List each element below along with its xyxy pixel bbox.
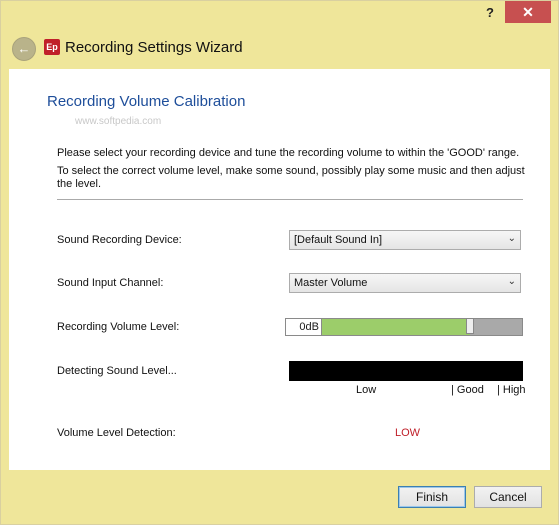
wizard-window: ? ✕ ← Ep Recording Settings Wizard Recor… — [0, 0, 559, 525]
arrow-left-icon: ← — [17, 41, 31, 56]
app-logo-icon: Ep — [44, 39, 60, 55]
chevron-down-icon: ⌄ — [507, 276, 516, 287]
chevron-down-icon: ⌄ — [507, 233, 516, 244]
close-button[interactable]: ✕ — [505, 1, 551, 23]
page-title: Recording Volume Calibration — [47, 93, 246, 110]
back-button[interactable]: ← — [12, 37, 36, 61]
instruction-text-1: Please select your recording device and … — [57, 147, 520, 159]
cancel-button[interactable]: Cancel — [474, 486, 542, 508]
volume-value-display: 0dB — [286, 319, 322, 335]
wizard-content: Recording Volume Calibration www.softped… — [9, 69, 550, 470]
volume-label: Recording Volume Level: — [57, 321, 180, 333]
channel-select-value: Master Volume — [294, 277, 368, 289]
wizard-header: ← Ep Recording Settings Wizard — [1, 31, 558, 69]
finish-button[interactable]: Finish — [398, 486, 466, 508]
scale-low-label: Low — [356, 384, 377, 396]
scale-high-label: | High — [497, 384, 526, 396]
help-button[interactable]: ? — [477, 3, 503, 23]
volume-slider-thumb[interactable] — [466, 318, 474, 334]
detection-status: LOW — [395, 427, 421, 439]
channel-label: Sound Input Channel: — [57, 277, 164, 289]
divider — [57, 199, 523, 200]
volume-slider[interactable]: 0dB — [285, 318, 523, 336]
device-label: Sound Recording Device: — [57, 234, 182, 246]
detecting-label: Detecting Sound Level... — [57, 365, 177, 377]
device-select[interactable]: [Default Sound In] ⌄ — [289, 230, 521, 250]
wizard-title: Recording Settings Wizard — [65, 39, 243, 56]
channel-select[interactable]: Master Volume ⌄ — [289, 273, 521, 293]
title-bar: ? ✕ — [1, 1, 558, 31]
instruction-text-2: To select the correct volume level, make… — [57, 165, 525, 190]
detection-label: Volume Level Detection: — [57, 427, 176, 439]
close-icon: ✕ — [522, 4, 534, 20]
sound-level-meter — [289, 361, 523, 381]
device-select-value: [Default Sound In] — [294, 234, 383, 246]
watermark: www.softpedia.com — [75, 116, 162, 127]
scale-good-label: | Good — [451, 384, 484, 396]
